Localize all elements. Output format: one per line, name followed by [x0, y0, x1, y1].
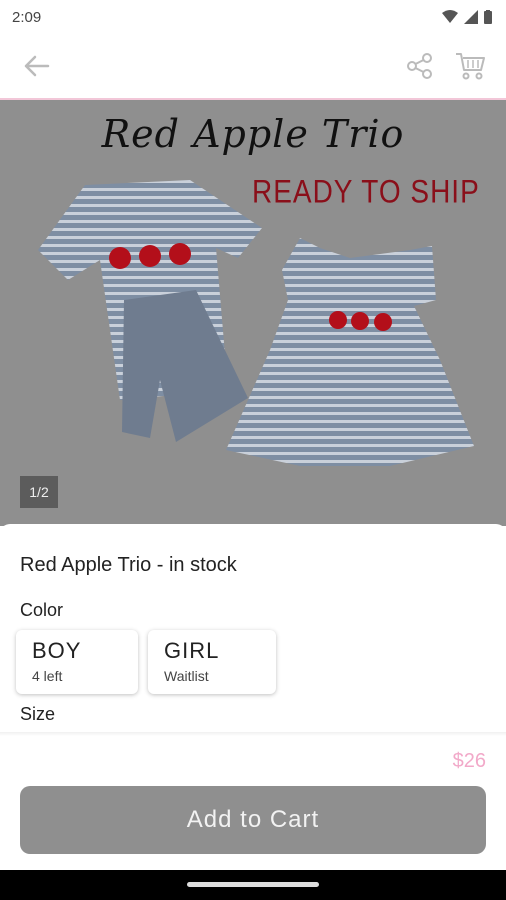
product-title: Red Apple Trio - in stock: [20, 554, 237, 576]
option-name: GIRL: [164, 638, 220, 663]
back-button[interactable]: [16, 46, 56, 86]
system-nav-bar: [0, 870, 506, 900]
option-name: BOY: [32, 638, 82, 663]
option-stock: 4 left: [32, 668, 63, 684]
size-label: Size: [20, 704, 56, 724]
product-photo: [38, 180, 474, 466]
share-button[interactable]: [400, 46, 440, 86]
home-gesture-handle[interactable]: [187, 882, 319, 887]
cart-button[interactable]: [450, 46, 490, 86]
page-indicator: 1/2: [20, 476, 58, 508]
color-label: Color: [20, 600, 64, 620]
status-icons: [442, 10, 492, 24]
product-detail-sheet: Red Apple Trio - in stock Color BOY 4 le…: [0, 524, 506, 900]
cart-icon: [456, 53, 485, 80]
share-icon: [407, 53, 432, 79]
add-to-cart-button[interactable]: Add to Cart: [20, 786, 486, 854]
color-option-girl[interactable]: GIRL Waitlist: [148, 630, 276, 694]
option-stock: Waitlist: [164, 668, 209, 684]
product-image-gallery[interactable]: Red Apple Trio READY TO SHIP 1/2: [0, 100, 506, 526]
wifi-icon: [442, 10, 458, 23]
sheet-divider: [0, 732, 506, 736]
price: $26: [452, 750, 486, 772]
color-option-boy[interactable]: BOY 4 left: [16, 630, 138, 694]
battery-icon: [484, 10, 492, 24]
arrow-left-icon: [24, 55, 50, 77]
signal-icon: [464, 10, 478, 24]
status-time: 2:09: [12, 8, 42, 26]
status-bar: 2:09: [0, 0, 506, 34]
app-bar: [0, 34, 506, 98]
